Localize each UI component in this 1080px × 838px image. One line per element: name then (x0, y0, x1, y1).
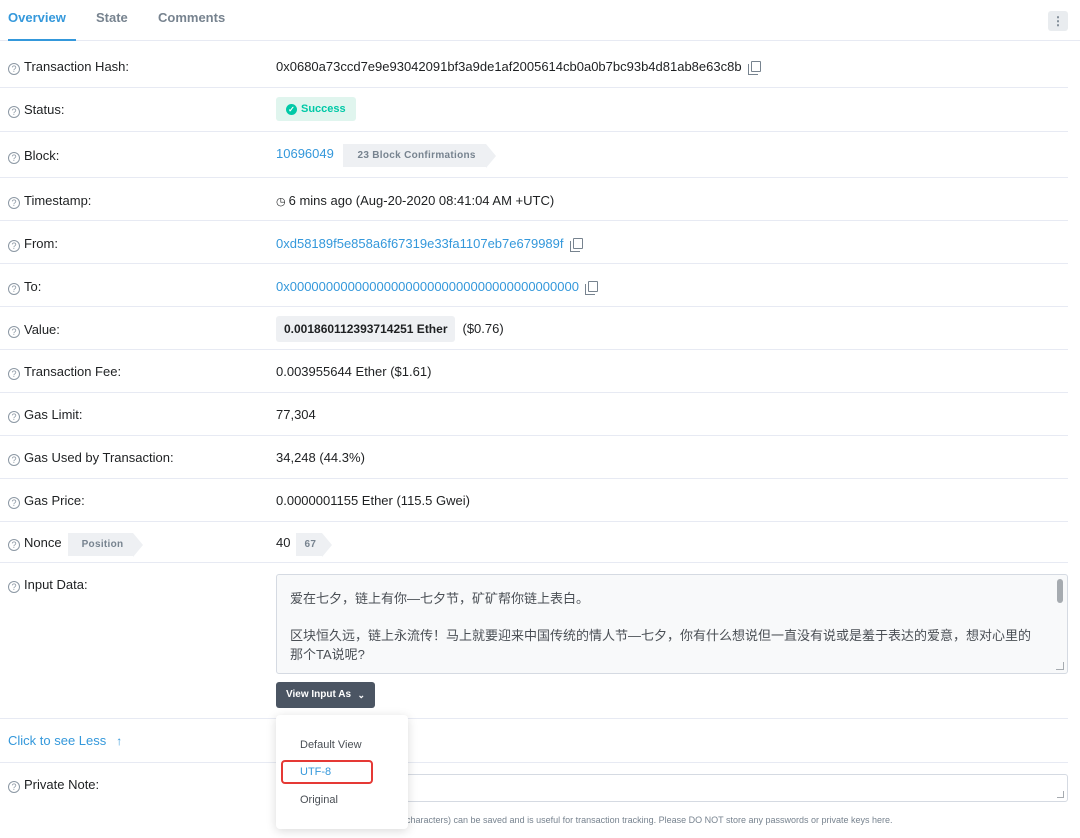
label-to: ? To: (8, 279, 41, 295)
help-icon[interactable]: ? (8, 326, 20, 338)
gas-limit-value: 77,304 (276, 407, 316, 422)
from-address: 0xd58189f5e858a6f67319e33fa1107eb7e67998… (276, 236, 583, 252)
help-icon[interactable]: ? (8, 283, 20, 295)
help-icon[interactable]: ? (8, 152, 20, 164)
check-circle-icon: ✓ (286, 104, 297, 115)
help-icon[interactable]: ? (8, 454, 20, 466)
help-icon[interactable]: ? (8, 106, 20, 118)
row-block: ? Block: 10696049 23 Block Confirmations (0, 132, 1068, 178)
row-from: ? From: 0xd58189f5e858a6f67319e33fa1107eb… (0, 221, 1068, 264)
help-icon[interactable]: ? (8, 368, 20, 380)
dropdown-item-default-view[interactable]: Default View (300, 739, 362, 751)
label-block: ? Block: (8, 148, 59, 164)
help-icon[interactable]: ? (8, 497, 20, 509)
row-to: ? To: 0x000000000000000000000000000000000… (0, 264, 1068, 307)
see-less-link[interactable]: Click to see Less ↑ (8, 733, 122, 748)
to-address-link[interactable]: 0x00000000000000000000000000000000000000… (276, 279, 579, 294)
usd-amount: ($0.76) (462, 321, 504, 336)
resize-handle[interactable] (1056, 662, 1064, 670)
label-input-data: ? Input Data: (8, 577, 88, 593)
help-icon[interactable]: ? (8, 411, 20, 423)
tab-bar: Overview State Comments ⋮ (0, 0, 1080, 41)
more-options-button[interactable]: ⋮ (1048, 11, 1068, 31)
chevron-down-icon: ⌄ (357, 690, 365, 700)
input-data-textarea[interactable]: 爱在七夕，链上有你—七夕节，矿矿帮你链上表白。 区块恒久远，链上永流传！马上就要… (276, 574, 1068, 674)
row-transaction-hash: ? Transaction Hash: 0x0680a73ccd7e9e93042… (0, 44, 1068, 88)
help-icon[interactable]: ? (8, 240, 20, 252)
value-amount: 0.001860112393714251 Ether ($0.76) (276, 316, 504, 342)
transaction-fee-value: 0.003955644 Ether ($1.61) (276, 364, 432, 379)
label-value: ? Value: (8, 322, 60, 338)
copy-icon[interactable] (747, 61, 761, 75)
row-nonce: ? Nonce Position 40 67 (0, 522, 1068, 563)
ether-amount: 0.001860112393714251 Ether (276, 316, 456, 342)
copy-icon[interactable] (569, 238, 583, 252)
private-note-input[interactable] (406, 774, 1068, 802)
clock-icon: ◷ (276, 196, 286, 208)
label-nonce: ? Nonce Position (8, 530, 144, 557)
scrollbar[interactable] (1057, 579, 1063, 603)
input-data-line-2: 区块恒久远，链上永流传！马上就要迎来中国传统的情人节—七夕，你有什么想说但一直没… (290, 628, 1032, 662)
row-transaction-fee: ? Transaction Fee: 0.003955644 Ether ($1.… (0, 350, 1068, 393)
gas-price-value: 0.0000001155 Ether (115.5 Gwei) (276, 493, 470, 508)
block-number-link[interactable]: 10696049 (276, 142, 334, 161)
dropdown-item-original[interactable]: Original (300, 794, 338, 806)
label-status: ? Status: (8, 102, 64, 118)
highlight-box (281, 760, 373, 784)
copy-icon[interactable] (584, 281, 598, 295)
private-note-hint: characters) can be saved and is useful f… (406, 815, 893, 825)
label-transaction-hash: ? Transaction Hash: (8, 59, 129, 75)
row-gas-limit: ? Gas Limit: 77,304 (0, 393, 1068, 436)
gas-used-value: 34,248 (44.3%) (276, 450, 365, 465)
position-tag: Position (67, 533, 144, 557)
label-gas-used: ? Gas Used by Transaction: (8, 450, 174, 466)
tab-comments[interactable]: Comments (158, 0, 225, 41)
transaction-hash-value: 0x0680a73ccd7e9e93042091bf3a9de1af200561… (276, 59, 761, 75)
divider (0, 718, 1068, 719)
position-value: 67 (296, 533, 332, 557)
help-icon[interactable]: ? (8, 63, 20, 75)
row-status: ? Status: ✓ Success (0, 88, 1068, 132)
help-icon[interactable]: ? (8, 781, 20, 793)
divider (0, 762, 1068, 763)
label-timestamp: ? Timestamp: (8, 193, 91, 209)
help-icon[interactable]: ? (8, 197, 20, 209)
arrow-up-icon: ↑ (116, 734, 123, 748)
label-from: ? From: (8, 236, 58, 252)
label-gas-price: ? Gas Price: (8, 493, 85, 509)
block-confirmations-badge: 23 Block Confirmations (343, 144, 497, 168)
nonce-value: 40 67 (276, 530, 332, 557)
label-transaction-fee: ? Transaction Fee: (8, 364, 121, 380)
to-address: 0x00000000000000000000000000000000000000… (276, 279, 598, 295)
row-timestamp: ? Timestamp: ◷ 6 mins ago (Aug-20-2020 08:… (0, 178, 1068, 221)
row-gas-used: ? Gas Used by Transaction: 34,248 (44.3%) (0, 436, 1068, 479)
help-icon[interactable]: ? (8, 539, 20, 551)
timestamp-value: ◷ 6 mins ago (Aug-20-2020 08:41:04 AM +UT… (276, 193, 555, 208)
tab-state[interactable]: State (96, 0, 128, 41)
tab-overview[interactable]: Overview (8, 0, 76, 41)
row-value: ? Value: 0.001860112393714251 Ether ($0.76… (0, 307, 1068, 350)
label-private-note: ? Private Note: (8, 777, 99, 793)
row-gas-price: ? Gas Price: 0.0000001155 Ether (115.5 Gw… (0, 479, 1068, 522)
help-icon[interactable]: ? (8, 581, 20, 593)
status-badge: ✓ Success (276, 97, 356, 121)
label-gas-limit: ? Gas Limit: (8, 407, 83, 423)
input-data-line-1: 爱在七夕，链上有你—七夕节，矿矿帮你链上表白。 (290, 591, 590, 606)
from-address-link[interactable]: 0xd58189f5e858a6f67319e33fa1107eb7e67998… (276, 236, 564, 251)
block-value: 10696049 23 Block Confirmations (276, 142, 497, 168)
view-input-as-button[interactable]: View Input As ⌄ (276, 682, 375, 708)
